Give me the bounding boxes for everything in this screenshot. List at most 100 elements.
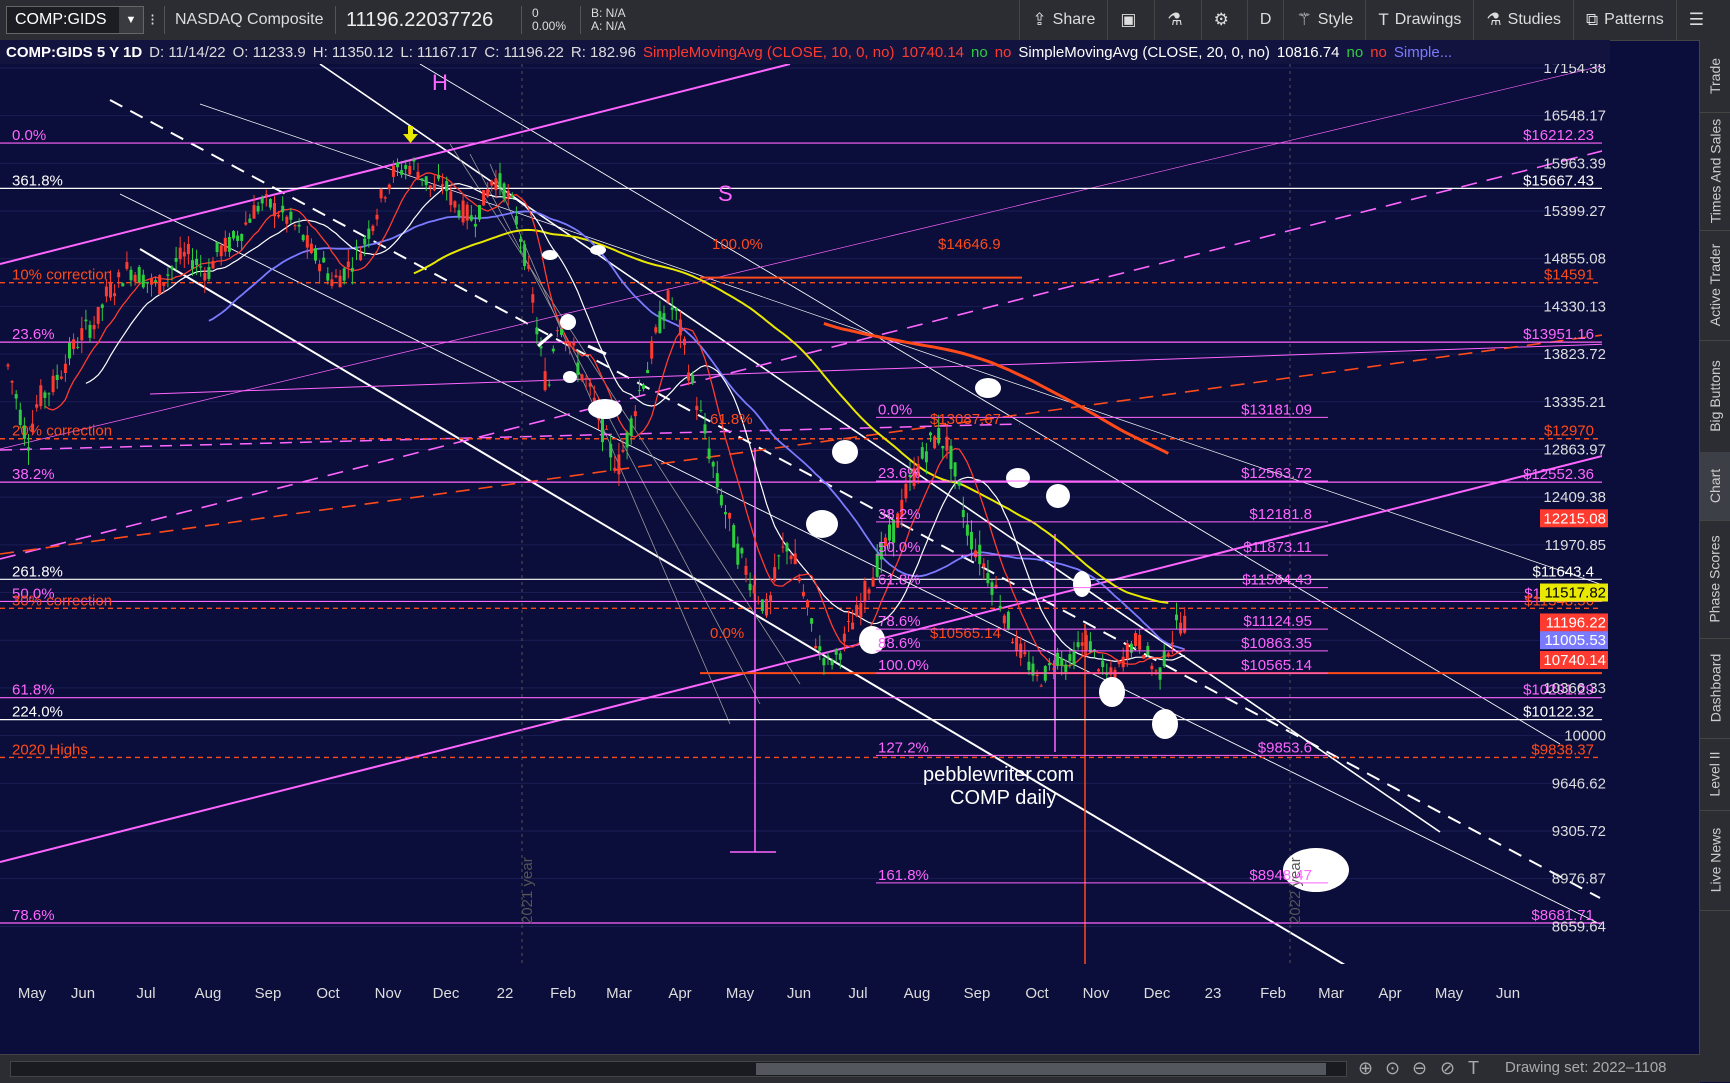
candle-body[interactable]	[400, 170, 404, 175]
candle-body[interactable]	[888, 524, 891, 541]
candle-body[interactable]	[293, 225, 297, 227]
candle-body[interactable]	[1170, 642, 1174, 645]
nav-tab-times-and-sales[interactable]: Times And Sales	[1700, 112, 1730, 231]
candle-body[interactable]	[715, 473, 719, 488]
candle-body[interactable]	[572, 342, 576, 346]
candle-body[interactable]	[1015, 637, 1019, 652]
candle-body[interactable]	[318, 264, 322, 272]
sma10-label[interactable]: SimpleMovingAvg (CLOSE, 10, 0, no)	[643, 44, 895, 61]
candle-body[interactable]	[215, 241, 219, 253]
candle-body[interactable]	[1138, 634, 1142, 650]
candle-body[interactable]	[359, 253, 363, 261]
candle-body[interactable]	[646, 369, 650, 374]
candle-body[interactable]	[1060, 658, 1064, 666]
candle-body[interactable]	[137, 267, 141, 283]
candle-body[interactable]	[855, 604, 859, 617]
candle-body[interactable]	[502, 183, 506, 199]
candle-body[interactable]	[428, 185, 432, 188]
candle-body[interactable]	[297, 224, 301, 227]
candle-body[interactable]	[195, 258, 199, 266]
candle-body[interactable]	[162, 283, 166, 286]
candle-body[interactable]	[314, 248, 317, 261]
candle-body[interactable]	[642, 384, 645, 389]
candle-body[interactable]	[379, 189, 383, 199]
candle-body[interactable]	[191, 260, 194, 269]
candle-body[interactable]	[424, 176, 428, 186]
candle-body[interactable]	[473, 223, 477, 227]
candle-body[interactable]	[986, 573, 990, 584]
candle-body[interactable]	[301, 235, 305, 241]
candle-body[interactable]	[84, 319, 88, 322]
candle-body[interactable]	[904, 483, 908, 499]
nav-tab-big-buttons[interactable]: Big Buttons	[1700, 340, 1730, 453]
candle-body[interactable]	[178, 247, 182, 260]
candle-body[interactable]	[59, 376, 63, 379]
candle-body[interactable]	[740, 548, 744, 554]
candle-body[interactable]	[990, 582, 994, 595]
candle-body[interactable]	[55, 374, 59, 380]
candle-body[interactable]	[100, 304, 104, 308]
candle-body[interactable]	[223, 237, 227, 252]
candle-body[interactable]	[437, 174, 440, 179]
candle-body[interactable]	[551, 348, 555, 352]
candle-body[interactable]	[863, 580, 867, 602]
candle-body[interactable]	[51, 375, 55, 393]
candle-body[interactable]	[937, 427, 941, 444]
candle-body[interactable]	[834, 649, 838, 655]
candle-body[interactable]	[728, 512, 732, 519]
candle-body[interactable]	[35, 404, 39, 408]
candle-body[interactable]	[6, 364, 10, 367]
candle-body[interactable]	[355, 246, 358, 249]
candle-body[interactable]	[22, 425, 26, 439]
candle-body[interactable]	[219, 245, 223, 257]
candle-body[interactable]	[605, 428, 609, 430]
candle-body[interactable]	[1039, 685, 1043, 687]
candle-body[interactable]	[691, 375, 695, 383]
candle-body[interactable]	[277, 214, 281, 217]
candle-body[interactable]	[350, 267, 354, 272]
pivot-marker[interactable]	[1099, 677, 1125, 707]
candle-body[interactable]	[711, 461, 715, 467]
candle-body[interactable]	[182, 251, 186, 257]
candle-body[interactable]	[186, 243, 190, 255]
candle-body[interactable]	[1142, 655, 1146, 659]
candle-body[interactable]	[330, 279, 334, 286]
candle-body[interactable]	[465, 204, 469, 221]
aggregation-button[interactable]: D	[1246, 0, 1284, 40]
candle-body[interactable]	[588, 382, 592, 387]
candle-body[interactable]	[822, 658, 826, 666]
candle-body[interactable]	[1076, 642, 1080, 648]
candle-body[interactable]	[970, 531, 973, 550]
candle-body[interactable]	[289, 211, 293, 220]
candle-body[interactable]	[613, 467, 617, 471]
zoom-in-icon[interactable]: ⊕	[1358, 1058, 1373, 1079]
candle-body[interactable]	[469, 215, 473, 221]
candle-body[interactable]	[580, 374, 584, 381]
candle-body[interactable]	[494, 178, 498, 190]
candle-body[interactable]	[707, 448, 711, 459]
candle-body[interactable]	[31, 423, 35, 433]
reset-zoom-icon[interactable]: ⊘	[1440, 1058, 1455, 1079]
candle-body[interactable]	[1166, 653, 1170, 656]
candle-body[interactable]	[281, 205, 285, 213]
candle-body[interactable]	[1006, 611, 1010, 629]
candle-body[interactable]	[756, 600, 760, 602]
pivot-marker[interactable]	[1152, 709, 1178, 739]
candle-body[interactable]	[744, 565, 748, 575]
candle-body[interactable]	[531, 294, 535, 303]
drawings-button[interactable]: T Drawings	[1365, 0, 1473, 40]
candle-body[interactable]	[543, 371, 547, 391]
nav-tab-live-news[interactable]: Live News	[1700, 810, 1730, 911]
candle-body[interactable]	[1150, 665, 1154, 670]
candle-body[interactable]	[27, 447, 30, 451]
candle-body[interactable]	[43, 392, 47, 398]
candle-body[interactable]	[68, 342, 71, 359]
candle-body[interactable]	[88, 324, 92, 338]
patterns-button[interactable]: ⧉ Patterns	[1573, 0, 1676, 40]
candle-body[interactable]	[609, 443, 613, 458]
candle-body[interactable]	[449, 191, 453, 206]
studies-button[interactable]: ⚗ Studies	[1473, 0, 1573, 40]
candle-body[interactable]	[847, 621, 850, 623]
candle-body[interactable]	[416, 171, 420, 180]
candle-body[interactable]	[1121, 656, 1125, 668]
